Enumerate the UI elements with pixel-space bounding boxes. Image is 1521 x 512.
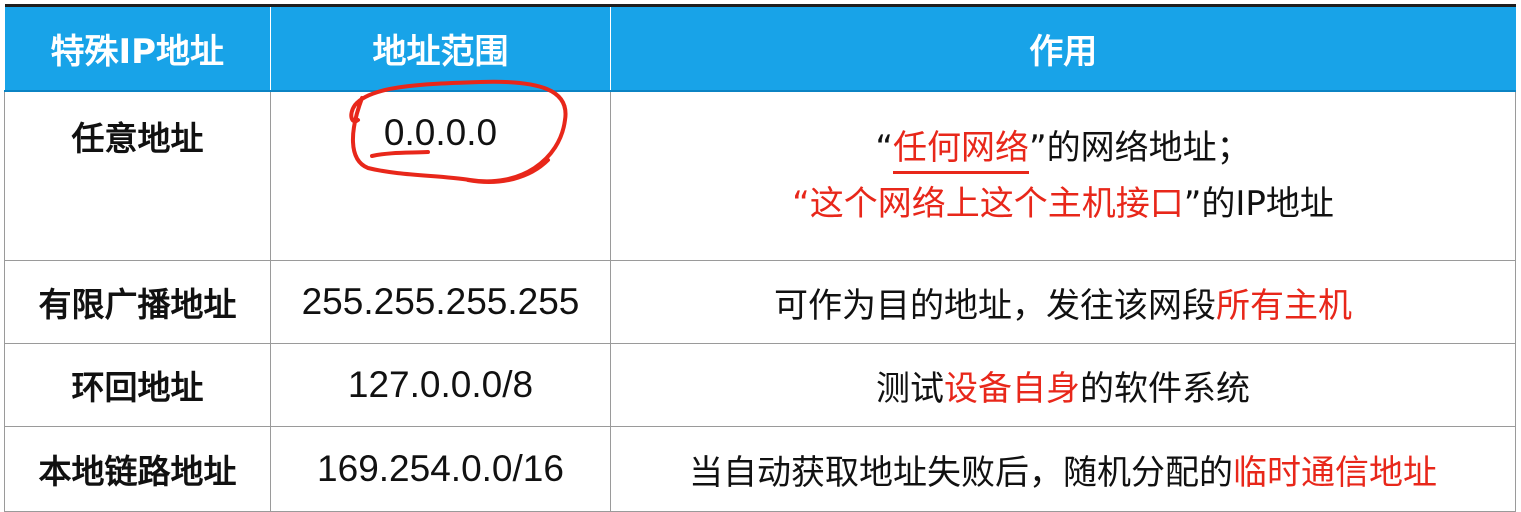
purpose-line: “这个网络上这个主机接口”的IP地址 [611,176,1515,232]
highlight-text: 设备自身 [944,368,1080,409]
header-row: 特殊IP地址 地址范围 作用 [4,4,1516,92]
row-range: 127.0.0.0/8 [270,343,611,427]
row-name: 环回地址 [4,343,271,427]
row-purpose: “任何网络 ”的网络地址； “这个网络上这个主机接口”的IP地址 [610,90,1516,261]
plain-text: 测试 [876,368,944,409]
highlight-label: 任何网络 [893,128,1029,168]
header-special-ip: 特殊IP地址 [4,4,271,92]
purpose-line: “任何网络 ”的网络地址； [611,120,1515,176]
plain-text: 的IP地址 [1201,184,1334,224]
row-range: 169.254.0.0/16 [270,426,611,512]
header-purpose: 作用 [610,4,1516,92]
ip-table: 特殊IP地址 地址范围 作用 任意地址 0.0.0.0 “任何网络 ”的网络地址；… [4,4,1516,512]
row-range: 0.0.0.0 [270,90,611,261]
row-name: 本地链路地址 [4,426,271,512]
highlight-text: 这个网络上这个主机接口 [809,184,1184,224]
plain-text: 的软件系统 [1080,368,1250,409]
row-range: 255.255.255.255 [270,260,611,344]
quote-close: ” [1029,128,1047,168]
highlight-text: 所有主机 [1216,285,1352,326]
table-row: 环回地址 127.0.0.0/8 测试设备自身的软件系统 [4,343,1516,427]
header-address-range: 地址范围 [270,4,611,92]
plain-text: 当自动获取地址失败后，随机分配的 [689,452,1233,493]
quote-close: ” [1183,184,1202,224]
row-purpose: 当自动获取地址失败后，随机分配的临时通信地址 [610,426,1516,512]
row-purpose: 测试设备自身的软件系统 [610,343,1516,427]
quote-open: “ [875,128,893,168]
quote-open: “ [792,184,810,224]
plain-text: 的网络地址； [1046,128,1251,168]
special-ip-table: 特殊IP地址 地址范围 作用 任意地址 0.0.0.0 “任何网络 ”的网络地址；… [4,4,1516,512]
row-name: 有限广播地址 [4,260,271,344]
table-row: 任意地址 0.0.0.0 “任何网络 ”的网络地址； “这个网络上这个主机接口”的… [4,90,1516,261]
table-row: 本地链路地址 169.254.0.0/16 当自动获取地址失败后，随机分配的临时… [4,426,1516,512]
row-purpose: 可作为目的地址，发往该网段所有主机 [610,260,1516,344]
highlight-text: 任何网络 [893,120,1029,176]
red-underline-annotation [893,171,1029,174]
row-name: 任意地址 [4,90,271,261]
highlight-text: 临时通信地址 [1233,452,1437,493]
table-row: 有限广播地址 255.255.255.255 可作为目的地址，发往该网段所有主机 [4,260,1516,344]
plain-text: 可作为目的地址，发往该网段 [774,285,1216,326]
